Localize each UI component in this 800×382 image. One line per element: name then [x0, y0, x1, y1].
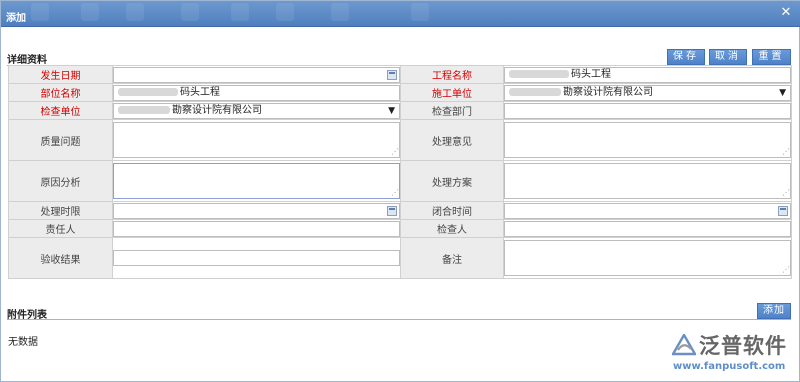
close-time-input[interactable]	[504, 202, 791, 219]
resize-grip-icon[interactable]: ⋰	[391, 189, 399, 197]
inspector-label: 检查人	[400, 219, 504, 238]
details-section-title: 详细资料	[7, 55, 47, 66]
remarks-label: 备注	[400, 237, 504, 279]
inspector-input[interactable]	[504, 220, 791, 237]
quality-issue-textarea[interactable]: ⋰	[113, 122, 400, 158]
calendar-icon[interactable]	[387, 69, 397, 80]
close-time-label: 闭合时间	[400, 201, 504, 220]
project-name-label: 工程名称	[400, 65, 504, 84]
inspect-dept-input[interactable]	[504, 102, 791, 119]
dialog-title: 添加	[6, 13, 26, 24]
save-button[interactable]: 保存	[667, 49, 705, 65]
reset-button[interactable]: 重置	[752, 49, 791, 65]
handling-plan-label: 处理方案	[400, 160, 504, 202]
construction-unit-select[interactable]: 勘察设计院有限公司 ▼	[504, 84, 791, 101]
responsible-input[interactable]	[113, 220, 400, 237]
handling-plan-textarea[interactable]: ⋰	[504, 163, 791, 199]
part-name-label: 部位名称	[8, 83, 113, 102]
resize-grip-icon[interactable]: ⋰	[782, 189, 790, 197]
cause-analysis-textarea[interactable]: ⋰	[113, 163, 400, 199]
handling-deadline-label: 处理时限	[8, 201, 113, 220]
acceptance-result-input[interactable]	[113, 250, 400, 266]
handling-opinion-label: 处理意见	[400, 119, 504, 161]
cancel-button[interactable]: 取消	[709, 49, 747, 65]
occur-date-label: 发生日期	[8, 65, 113, 84]
cause-analysis-label: 原因分析	[8, 160, 113, 202]
construction-unit-label: 施工单位	[400, 83, 504, 102]
calendar-icon[interactable]	[387, 205, 397, 216]
acceptance-result-label: 验收结果	[8, 237, 113, 279]
brand-logo: 泛普软件 www.fanpusoft.com	[669, 330, 799, 378]
close-icon[interactable]: ✕	[779, 6, 793, 20]
remarks-textarea[interactable]: ⋰	[504, 240, 791, 276]
brand-url: www.fanpusoft.com	[673, 361, 786, 372]
occur-date-input[interactable]	[113, 66, 400, 83]
add-attachment-button[interactable]: 添加	[757, 303, 791, 319]
responsible-label: 责任人	[8, 219, 113, 238]
inspect-unit-select[interactable]: 勘察设计院有限公司 ▼	[113, 102, 400, 119]
handling-opinion-textarea[interactable]: ⋰	[504, 122, 791, 158]
empty-state-text: 无数据	[8, 337, 38, 348]
chevron-down-icon[interactable]: ▼	[779, 86, 786, 100]
chevron-down-icon[interactable]: ▼	[388, 104, 395, 118]
brand-name: 泛普软件	[699, 334, 787, 358]
add-dialog: 添加 ✕ 详细资料 保存 取消 重置 发生日期 工程名称 码头工程 部位名称 码…	[0, 0, 800, 382]
resize-grip-icon[interactable]: ⋰	[391, 148, 399, 156]
calendar-icon[interactable]	[778, 205, 788, 216]
resize-grip-icon[interactable]: ⋰	[782, 148, 790, 156]
handling-deadline-input[interactable]	[113, 202, 400, 219]
inspect-unit-label: 检查单位	[8, 101, 113, 120]
attachments-divider	[7, 319, 791, 320]
details-form: 发生日期 工程名称 码头工程 部位名称 码头工程 施工单位 勘察设计院有限公司 ▼…	[8, 65, 792, 279]
resize-grip-icon[interactable]: ⋰	[782, 266, 790, 274]
dialog-titlebar: 添加 ✕	[1, 1, 800, 27]
fanpu-logo-icon	[672, 334, 696, 356]
inspect-dept-label: 检查部门	[400, 101, 504, 120]
project-name-input[interactable]: 码头工程	[504, 66, 791, 83]
part-name-input[interactable]: 码头工程	[113, 84, 400, 101]
quality-issue-label: 质量问题	[8, 119, 113, 161]
